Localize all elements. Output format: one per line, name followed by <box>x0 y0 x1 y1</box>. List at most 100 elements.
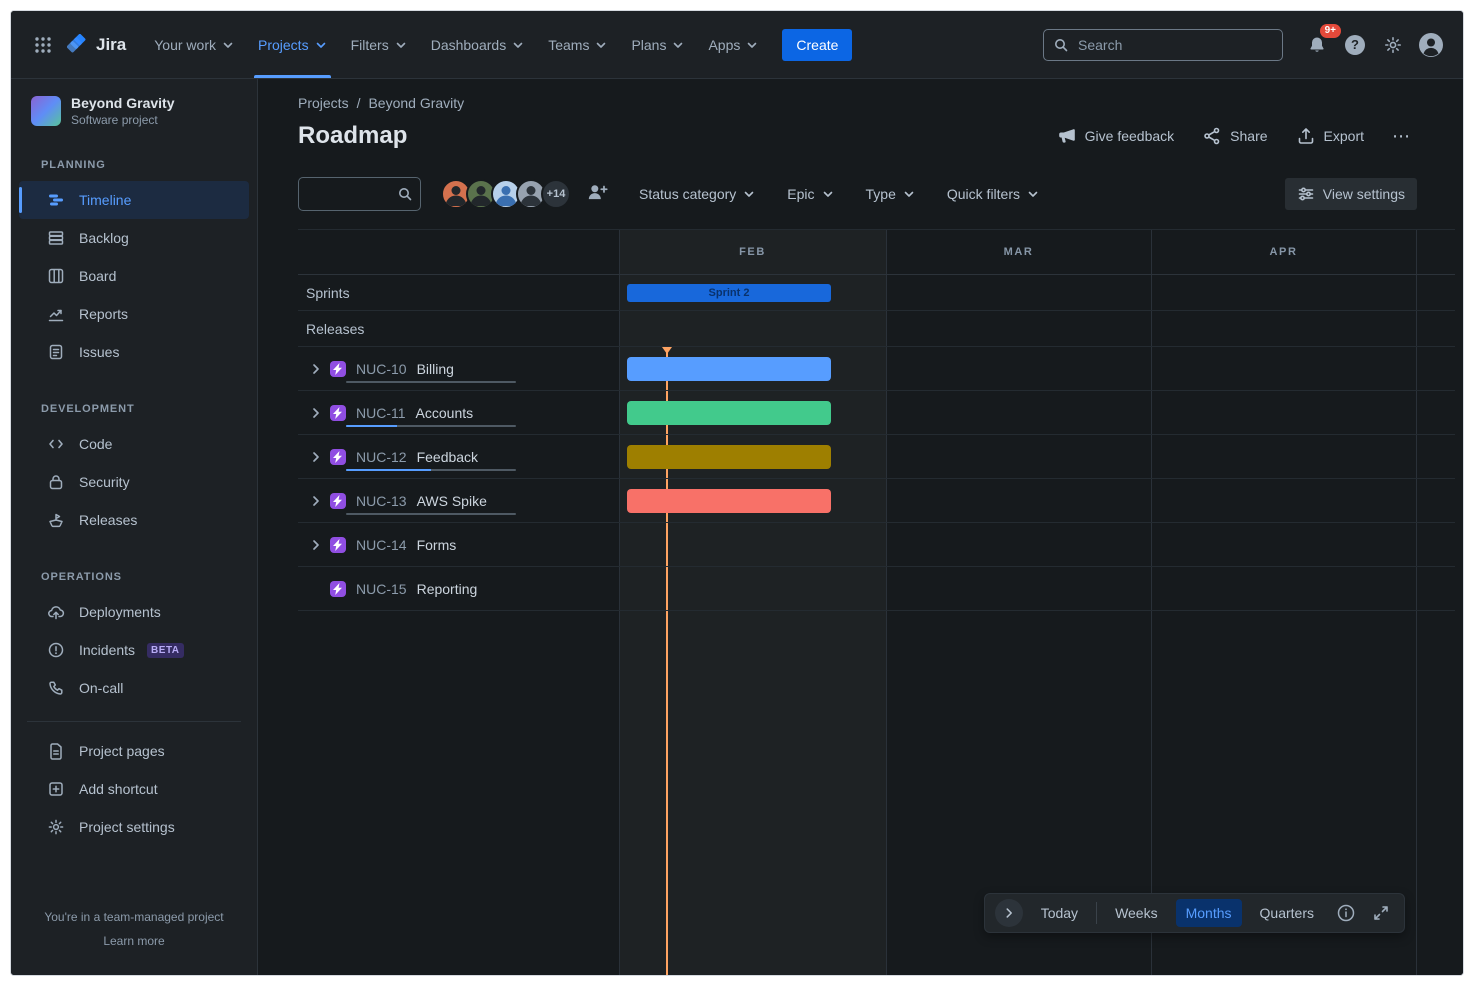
sidebar-item-add-shortcut[interactable]: Add shortcut <box>19 770 249 808</box>
sidebar-item-backlog[interactable]: Backlog <box>19 219 249 257</box>
view-settings-button[interactable]: View settings <box>1285 178 1417 210</box>
bell-icon <box>1307 35 1327 55</box>
today-button[interactable]: Today <box>1031 899 1088 927</box>
divider <box>1096 902 1097 924</box>
epic-bar[interactable] <box>627 401 831 425</box>
share-button[interactable]: Share <box>1202 126 1267 146</box>
nav-item-your-work[interactable]: Your work <box>142 11 246 78</box>
info-button[interactable] <box>1332 899 1360 927</box>
brand-text: Jira <box>96 35 126 55</box>
sidebar-item-deployments[interactable]: Deployments <box>19 593 249 631</box>
page-header: Roadmap Give feedback Share Export ⋯ <box>298 121 1411 151</box>
quick-filters[interactable]: Quick filters <box>947 186 1039 202</box>
releases-row: Releases <box>298 311 1455 347</box>
epic-key: NUC-10 <box>356 361 407 377</box>
sidebar-item-on-call[interactable]: On-call <box>19 669 249 707</box>
timeline-zoom-controls: Today Weeks Months Quarters <box>984 893 1405 933</box>
project-type: Software project <box>71 113 174 127</box>
epic-name: Billing <box>417 361 454 377</box>
chevron-down-icon <box>822 188 834 200</box>
zoom-months-button[interactable]: Months <box>1176 899 1242 927</box>
type-filter[interactable]: Type <box>866 186 915 202</box>
help-button[interactable]: ? <box>1339 29 1371 61</box>
sidebar-item-project-settings[interactable]: Project settings <box>19 808 249 846</box>
epic-bar[interactable] <box>627 357 831 381</box>
give-feedback-button[interactable]: Give feedback <box>1057 126 1175 146</box>
sidebar-item-reports[interactable]: Reports <box>19 295 249 333</box>
avatar-overflow-count[interactable]: +14 <box>541 179 571 209</box>
sidebar-item-releases[interactable]: Releases <box>19 501 249 539</box>
epic-row-nuc-15[interactable]: NUC-15 Reporting <box>298 567 1455 611</box>
global-search <box>1043 29 1283 61</box>
sidebar-item-issues[interactable]: Issues <box>19 333 249 371</box>
epic-row-nuc-14[interactable]: NUC-14 Forms <box>298 523 1455 567</box>
nav-item-apps[interactable]: Apps <box>696 11 770 78</box>
fullscreen-button[interactable] <box>1368 900 1394 926</box>
breadcrumb: Projects / Beyond Gravity <box>298 93 1455 113</box>
settings-button[interactable] <box>1377 29 1409 61</box>
main-content: Projects / Beyond Gravity Roadmap Give f… <box>258 79 1463 976</box>
expand-chevron-icon[interactable] <box>304 445 328 469</box>
month-label: APR <box>1151 230 1416 274</box>
profile-button[interactable] <box>1415 29 1447 61</box>
beta-badge: BETA <box>147 643 183 658</box>
expand-chevron-icon[interactable] <box>304 489 328 513</box>
sidebar-item-incidents[interactable]: Incidents BETA <box>19 631 249 669</box>
chevron-down-icon <box>595 39 607 51</box>
status-category-filter[interactable]: Status category <box>639 186 755 202</box>
lock-icon <box>47 473 65 491</box>
info-icon <box>1336 903 1356 923</box>
breadcrumb-projects[interactable]: Projects <box>298 95 349 111</box>
project-avatar <box>31 96 61 126</box>
sidebar-item-board[interactable]: Board <box>19 257 249 295</box>
export-icon <box>1296 126 1316 146</box>
zoom-weeks-button[interactable]: Weeks <box>1105 899 1168 927</box>
epic-bar[interactable] <box>627 445 831 469</box>
expand-chevron-icon[interactable] <box>304 357 328 381</box>
sidebar-item-project-pages[interactable]: Project pages <box>19 732 249 770</box>
epic-row-nuc-11[interactable]: NUC-11 Accounts <box>298 391 1455 435</box>
nav-item-plans[interactable]: Plans <box>619 11 696 78</box>
phone-icon <box>47 679 65 697</box>
more-actions-button[interactable]: ⋯ <box>1392 126 1411 147</box>
backlog-icon <box>47 229 65 247</box>
zoom-quarters-button[interactable]: Quarters <box>1250 899 1324 927</box>
jira-logo[interactable]: Jira <box>67 34 126 56</box>
notifications-button[interactable]: 9+ <box>1301 29 1333 61</box>
add-people-button[interactable] <box>585 180 609 209</box>
chevron-down-icon <box>743 188 755 200</box>
nav-item-filters[interactable]: Filters <box>339 11 419 78</box>
releases-row-label: Releases <box>298 311 619 346</box>
epic-filter[interactable]: Epic <box>787 186 833 202</box>
sliders-icon <box>1297 185 1315 203</box>
epic-row-nuc-10[interactable]: NUC-10 Billing <box>298 347 1455 391</box>
epic-progress-track <box>346 513 516 515</box>
export-button[interactable]: Export <box>1296 126 1364 146</box>
sidebar-item-security[interactable]: Security <box>19 463 249 501</box>
scroll-right-button[interactable] <box>995 899 1023 927</box>
epic-row-nuc-12[interactable]: NUC-12 Feedback <box>298 435 1455 479</box>
share-icon <box>1202 126 1222 146</box>
sidebar-item-timeline[interactable]: Timeline <box>19 181 249 219</box>
nav-item-projects[interactable]: Projects <box>246 11 339 78</box>
nav-item-teams[interactable]: Teams <box>536 11 619 78</box>
expand-chevron-icon[interactable] <box>304 401 328 425</box>
reports-icon <box>47 305 65 323</box>
alert-icon <box>47 641 65 659</box>
nav-item-dashboards[interactable]: Dashboards <box>419 11 537 78</box>
epic-row-nuc-13[interactable]: NUC-13 AWS Spike <box>298 479 1455 523</box>
breadcrumb-project-name[interactable]: Beyond Gravity <box>368 95 464 111</box>
jira-logo-icon <box>67 34 89 56</box>
sidebar-item-code[interactable]: Code <box>19 425 249 463</box>
add-shortcut-icon <box>47 780 65 798</box>
epic-icon <box>330 405 346 421</box>
app-switcher-button[interactable] <box>27 29 59 61</box>
notification-count-badge: 9+ <box>1320 24 1341 38</box>
epic-bar[interactable] <box>627 489 831 513</box>
global-search-input[interactable] <box>1043 29 1283 61</box>
learn-more-link[interactable]: Learn more <box>103 934 164 948</box>
create-button[interactable]: Create <box>782 29 852 61</box>
expand-chevron-icon[interactable] <box>304 533 328 557</box>
sprint-bar[interactable]: Sprint 2 <box>627 284 831 302</box>
fullscreen-icon <box>1372 904 1390 922</box>
